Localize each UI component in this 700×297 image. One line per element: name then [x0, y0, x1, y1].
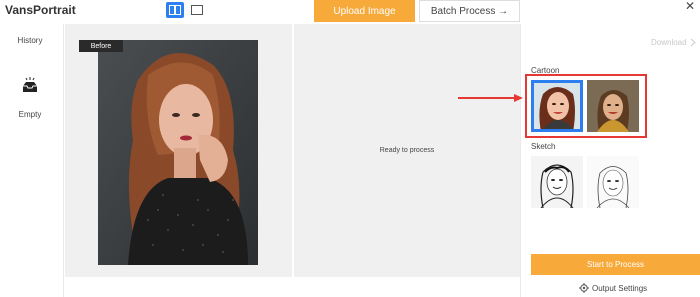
cartoon-style-2[interactable] — [587, 80, 639, 132]
gear-icon — [579, 283, 589, 293]
split-view-icon[interactable] — [166, 2, 184, 18]
history-sidebar: History Empty — [0, 24, 64, 297]
output-settings-button[interactable]: Output Settings — [579, 283, 647, 293]
before-badge: Before — [79, 40, 123, 52]
cartoon-style-list — [531, 80, 639, 132]
upload-image-button[interactable]: Upload Image — [314, 0, 415, 22]
download-label: Download — [651, 38, 687, 47]
empty-label: Empty — [18, 110, 42, 119]
portrait-photo — [98, 40, 258, 265]
single-view-icon[interactable] — [188, 2, 206, 18]
annotation-arrow-icon — [458, 94, 523, 102]
batch-process-button[interactable]: Batch Process → — [419, 0, 520, 22]
output-settings-label: Output Settings — [592, 283, 648, 293]
download-button[interactable]: Download — [651, 38, 696, 47]
ready-status: Ready to process — [379, 147, 435, 154]
empty-tray-icon — [20, 76, 40, 96]
sketch-style-2[interactable] — [587, 156, 639, 208]
chevron-right-icon — [690, 38, 696, 47]
close-icon[interactable]: ✕ — [683, 0, 697, 14]
compare-canvas: Before Ready to process — [65, 24, 520, 277]
history-label: History — [17, 36, 43, 45]
before-panel: Before — [65, 24, 291, 277]
canvas-footer — [65, 277, 520, 297]
sketch-section-label: Sketch — [531, 142, 556, 151]
start-process-button[interactable]: Start to Process — [531, 254, 700, 275]
cartoon-style-1[interactable] — [531, 80, 583, 132]
sketch-style-1[interactable] — [531, 156, 583, 208]
sketch-style-list — [531, 156, 639, 208]
after-panel: Ready to process — [294, 24, 520, 277]
style-panel: Download Cartoon Sketch Start to Process… — [520, 24, 700, 297]
app-title: VansPortrait — [5, 3, 76, 17]
view-toggle — [166, 2, 206, 18]
top-bar: VansPortrait Upload Image Batch Process … — [0, 0, 700, 24]
